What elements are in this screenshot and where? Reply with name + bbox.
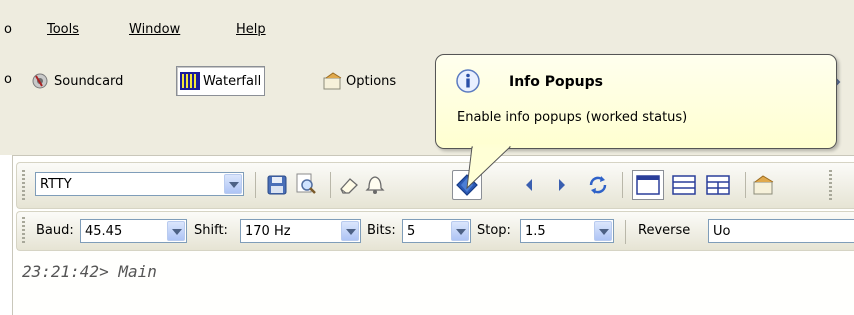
arrow-left-icon[interactable] — [524, 178, 534, 196]
bell-icon[interactable] — [365, 173, 385, 199]
bits-label: Bits: — [367, 223, 396, 238]
stop-label: Stop: — [477, 223, 511, 238]
toolbar-grip[interactable] — [22, 170, 25, 202]
tooltip-title: Info Popups — [509, 74, 603, 90]
layout-table-icon[interactable] — [704, 172, 734, 202]
info-icon — [455, 68, 481, 98]
eraser-icon[interactable] — [338, 175, 360, 199]
chevron-down-icon[interactable] — [167, 221, 185, 241]
toolbar-grip[interactable] — [829, 170, 832, 202]
menu-item-window-label: Window — [129, 22, 181, 37]
options-icon — [323, 72, 343, 90]
info-popups-button[interactable] — [452, 170, 482, 200]
soundcard-label: Soundcard — [54, 73, 124, 89]
baud-label: Baud: — [36, 223, 74, 238]
info-popups-tooltip — [435, 54, 837, 149]
save-icon[interactable] — [266, 174, 288, 200]
menu-item-partial[interactable]: o — [4, 22, 12, 37]
baud-select-value: 45.45 — [85, 223, 123, 239]
speaker-icon — [31, 72, 51, 90]
chevron-down-icon[interactable] — [341, 221, 359, 241]
options-icon[interactable] — [752, 174, 776, 200]
waterfall-icon — [180, 72, 200, 90]
stop-select[interactable]: 1.5 — [520, 219, 614, 243]
chevron-down-icon[interactable] — [594, 221, 612, 241]
shift-select[interactable]: 170 Hz — [240, 219, 361, 243]
arrow-right-icon[interactable] — [557, 178, 567, 196]
refresh-icon[interactable] — [586, 173, 610, 201]
log-line: 23:21:42> Main — [22, 262, 157, 281]
layout-split-icon[interactable] — [670, 172, 700, 202]
mode-select-value: RTTY — [40, 176, 72, 192]
shift-label: Shift: — [194, 223, 228, 238]
menu-item-help-label: Help — [236, 22, 266, 37]
waterfall-label: Waterfall — [203, 73, 262, 89]
toolbar-partial-item[interactable]: o — [4, 72, 12, 87]
toolbar-grip[interactable] — [22, 217, 25, 245]
chevron-down-icon[interactable] — [451, 221, 469, 241]
waterfall-button[interactable]: Waterfall — [176, 66, 266, 96]
layout-single-button[interactable] — [632, 170, 664, 200]
bits-select-value: 5 — [407, 223, 416, 239]
baud-select[interactable]: 45.45 — [80, 219, 187, 243]
soundcard-button[interactable]: Soundcard — [28, 67, 126, 95]
menu-item-tools-label: Tools — [47, 22, 80, 37]
tooltip-body: Enable info popups (worked status) — [457, 110, 688, 125]
separator — [255, 172, 256, 198]
menu-item-tools[interactable]: Tools — [47, 22, 79, 37]
menu-item-window[interactable]: Window — [129, 22, 180, 37]
unshift-on-space-select-value: Uo — [713, 223, 731, 239]
separator — [330, 172, 331, 198]
separator — [622, 172, 623, 198]
options-label: Options — [346, 73, 397, 89]
unshift-on-space-select[interactable]: Uo — [708, 219, 854, 243]
chevron-down-icon[interactable] — [224, 174, 242, 194]
separator — [625, 220, 626, 244]
shift-select-value: 170 Hz — [245, 223, 291, 239]
bits-select[interactable]: 5 — [402, 219, 471, 243]
print-preview-icon[interactable] — [294, 172, 318, 200]
menu-bar: o Tools Window Help — [0, 0, 854, 50]
separator — [745, 172, 746, 198]
stop-select-value: 1.5 — [525, 223, 546, 239]
options-button[interactable]: Options — [320, 67, 399, 95]
menu-item-help[interactable]: Help — [236, 22, 266, 37]
reverse-label: Reverse — [638, 223, 691, 238]
mode-select[interactable]: RTTY — [35, 172, 244, 196]
